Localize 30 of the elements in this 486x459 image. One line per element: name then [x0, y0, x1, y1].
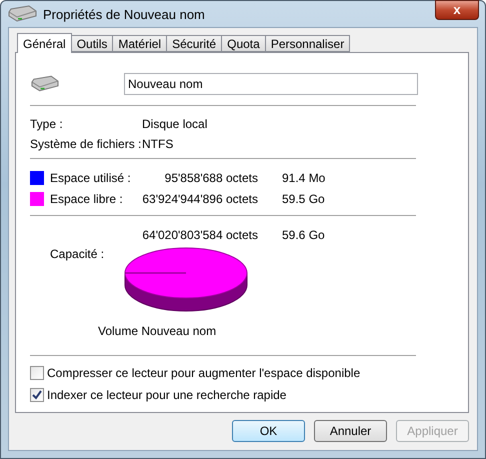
info-label: Type : [30, 117, 64, 131]
drive-icon [30, 75, 59, 93]
checkbox-option[interactable]: Indexer ce lecteur pour une recherche rapide [30, 384, 418, 406]
space-bytes: 95'858'688 octets [164, 170, 258, 184]
tab[interactable]: Personnaliser [264, 35, 350, 52]
space-label: Espace utilisé : [50, 170, 132, 184]
capacity-label: Capacité : [50, 247, 104, 261]
space-size: 59.5 Go [282, 192, 326, 206]
info-value: Disque local [142, 117, 208, 131]
tab[interactable]: Outils [70, 35, 114, 52]
space-bytes: 63'924'944'896 octets [142, 192, 258, 206]
info-label: Système de fichiers : [30, 137, 142, 151]
tab[interactable]: Matériel [112, 35, 168, 52]
dialog-button[interactable]: OK [232, 420, 305, 442]
space-label: Espace libre : [50, 192, 124, 206]
name-field[interactable]: Nouveau nom [124, 73, 418, 95]
capacity-size: 59.6 Go [282, 228, 326, 242]
tab[interactable]: Général [17, 33, 72, 53]
tab[interactable]: Quota [221, 35, 266, 52]
dialog-button[interactable]: Annuler [314, 420, 387, 442]
checkmark-icon [32, 390, 42, 400]
window-title: Propriétés de Nouveau nom [43, 6, 206, 22]
tab[interactable]: Sécurité [166, 35, 222, 52]
close-button[interactable]: x [435, 0, 479, 20]
checkbox-option[interactable]: Compresser ce lecteur pour augmenter l'espace disponible [30, 362, 418, 384]
space-size: 91.4 Mo [282, 170, 326, 184]
volume-label: Volume Nouveau nom [98, 324, 216, 338]
info-value: NTFS [142, 137, 174, 151]
capacity-bytes: 64'020'803'584 octets [142, 228, 258, 242]
drive-icon [7, 5, 37, 23]
